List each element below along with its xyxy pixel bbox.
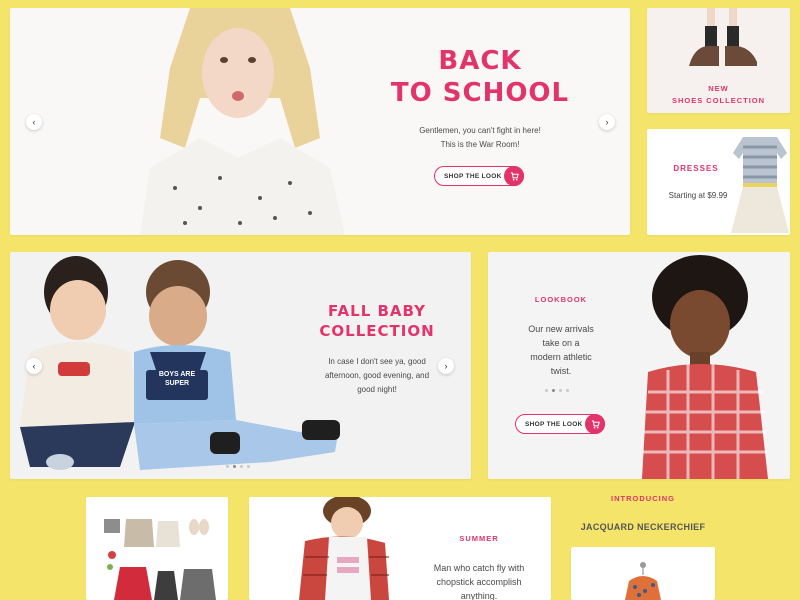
carousel-dot[interactable] (566, 389, 569, 392)
lookbook-card: LOOKBOOK Our new arrivals take on a mode… (488, 252, 790, 479)
carousel-dot[interactable] (233, 465, 236, 468)
flatlay-image (86, 497, 228, 600)
dresses-title: DRESSES (673, 164, 719, 173)
baby-prev-arrow[interactable]: ‹ (26, 358, 42, 374)
summer-card: SUMMER Man who catch fly with chopstick … (249, 497, 551, 600)
lookbook-boy-image (638, 252, 790, 479)
shoes-collection-label: SHOES COLLECTION (671, 96, 766, 105)
hero-text-line1: Gentlemen, you can't fight in here! (419, 126, 541, 135)
hero-shop-button[interactable]: SHOP THE LOOK (434, 166, 524, 186)
lookbook-shop-button-label: SHOP THE LOOK (525, 420, 583, 428)
summer-boy-image (285, 497, 395, 600)
shoes-card[interactable]: NEW SHOES COLLECTION (647, 8, 790, 113)
summer-text-line2: chopstick accomplish (436, 577, 522, 587)
hero-title-line1: BACK (438, 46, 522, 76)
carousel-dot[interactable] (226, 465, 229, 468)
baby-title-line2: COLLECTION (319, 322, 435, 340)
lookbook-text-line3: modern athletic (530, 352, 592, 362)
hero-next-arrow[interactable]: › (599, 114, 615, 130)
baby-text-line3: good night! (357, 385, 397, 394)
neckerchief-card[interactable] (571, 547, 715, 600)
baby-text-line1: In case I don't see ya, good (328, 357, 426, 366)
carousel-dot[interactable] (247, 465, 250, 468)
cart-icon (585, 414, 605, 434)
baby-shirt-text: BOYS ARE SUPER (158, 371, 196, 387)
introducing-product-name: JACQUARD NECKERCHIEF (580, 522, 706, 532)
baby-title-line1: FALL BABY (328, 302, 426, 320)
dresses-card[interactable]: DRESSES Starting at $9.99 (647, 129, 790, 235)
hero-prev-arrow[interactable]: ‹ (26, 114, 42, 130)
lookbook-label: LOOKBOOK (534, 295, 588, 304)
carousel-dot[interactable] (240, 465, 243, 468)
summer-text-line3: anything. (460, 591, 498, 600)
summer-label: SUMMER (459, 534, 499, 543)
lookbook-text-line4: twist. (550, 366, 572, 376)
flatlay-card[interactable] (86, 497, 228, 600)
hero-title-line2: TO SCHOOL (390, 78, 570, 108)
shoes-new-label: NEW (708, 84, 729, 93)
cart-icon (504, 166, 524, 186)
carousel-dot[interactable] (545, 389, 548, 392)
carousel-dot[interactable] (559, 389, 562, 392)
hero-banner: ‹ › BACK TO SCHOOL Gentlemen, you can't … (10, 8, 630, 235)
summer-text-line1: Man who catch fly with (433, 563, 525, 573)
neckerchief-image (621, 561, 665, 600)
carousel-dot[interactable] (552, 389, 555, 392)
shoes-image (677, 8, 767, 80)
introducing-label: INTRODUCING (611, 494, 675, 503)
baby-collection-banner: BOYS ARE SUPER ‹ › FALL BABY COLLECTION … (10, 252, 471, 479)
lookbook-text-line1: Our new arrivals (528, 324, 594, 334)
hero-text-line2: This is the War Room! (440, 140, 520, 149)
hero-shop-button-label: SHOP THE LOOK (444, 172, 502, 180)
lookbook-text-line2: take on a (542, 338, 580, 348)
lookbook-shop-button[interactable]: SHOP THE LOOK (515, 414, 605, 434)
lookbook-carousel-dots[interactable] (545, 389, 569, 392)
baby-carousel-dots[interactable] (226, 465, 250, 468)
hero-girl-image (120, 8, 360, 235)
baby-text-line2: afternoon, good evening, and (324, 371, 430, 380)
dress-image (729, 133, 790, 235)
